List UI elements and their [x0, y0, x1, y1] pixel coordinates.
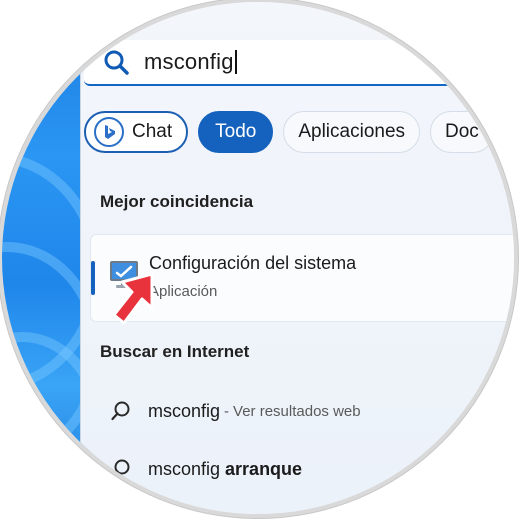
filter-chips: Chat Todo Aplicaciones Doc — [84, 110, 494, 154]
best-match-heading: Mejor coincidencia — [100, 192, 254, 211]
red-pointer-arrow-icon — [102, 268, 172, 338]
desktop-wallpaper — [2, 2, 90, 514]
search-icon — [110, 458, 132, 480]
search-icon — [110, 400, 132, 422]
web-result-query-prefix: msconfig — [148, 458, 226, 479]
bing-chat-icon — [94, 117, 124, 147]
search-box[interactable]: msconfig — [84, 40, 514, 86]
web-result-query: msconfig arranque — [148, 459, 302, 480]
search-input[interactable]: msconfig — [144, 49, 234, 75]
filter-aplicaciones-label: Aplicaciones — [298, 121, 406, 142]
web-result-hint: Ver resultados web — [233, 402, 361, 420]
web-result-2[interactable]: msconfig arranque — [110, 458, 302, 480]
app-name: Configuración del sistema — [149, 253, 357, 273]
web-search-heading: Buscar en Internet — [100, 342, 250, 361]
web-result-1[interactable]: msconfig - Ver resultados web — [110, 400, 361, 422]
web-result-query-bold: arranque — [225, 458, 303, 479]
search-icon — [102, 48, 130, 76]
filter-chat-label: Chat — [132, 121, 173, 142]
filter-todo-label: Todo — [215, 121, 257, 142]
filter-documentos-label: Doc — [445, 121, 479, 142]
filter-documentos[interactable]: Doc — [430, 111, 494, 153]
filter-todo[interactable]: Todo — [198, 111, 274, 153]
selection-indicator — [91, 261, 95, 295]
web-result-query: msconfig — [148, 400, 221, 421]
filter-chat[interactable]: Chat — [84, 111, 189, 153]
web-result-separator: - — [224, 402, 230, 420]
zoomed-screenshot-lens: msconfig Chat Todo Aplicaciones Doc Mejo… — [2, 2, 514, 514]
filter-aplicaciones[interactable]: Aplicaciones — [283, 111, 421, 153]
text-cursor — [234, 50, 237, 74]
